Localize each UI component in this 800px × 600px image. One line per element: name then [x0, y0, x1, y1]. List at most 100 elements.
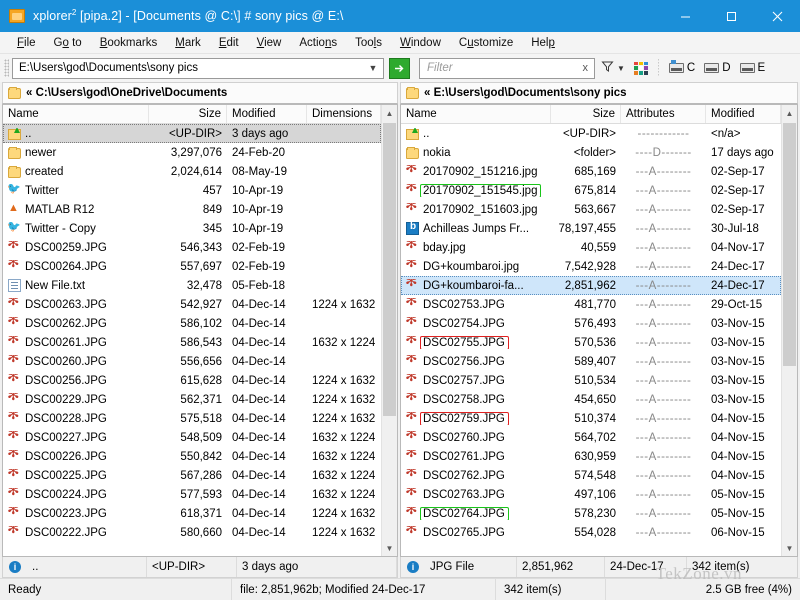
- table-row[interactable]: created 2,024,614 08-May-19: [3, 162, 381, 181]
- table-row[interactable]: DSC00262.JPG 586,102 04-Dec-14: [3, 314, 381, 333]
- table-row[interactable]: DG+koumbaroi.jpg 7,542,928 ---A-------- 24-…: [401, 257, 781, 276]
- cell-name: DSC02762.JPG: [401, 469, 551, 482]
- column-header-size[interactable]: Size: [149, 105, 227, 123]
- menu-help[interactable]: Help: [522, 35, 564, 51]
- table-row[interactable]: DSC02754.JPG 576,493 ---A-------- 03-Nov-15: [401, 314, 781, 333]
- table-row[interactable]: DSC00222.JPG 580,660 04-Dec-14 1224 x 1632: [3, 523, 381, 542]
- scroll-track[interactable]: [382, 121, 397, 540]
- table-row[interactable]: DSC00226.JPG 550,842 04-Dec-14 1632 x 1224: [3, 447, 381, 466]
- drive-button-d[interactable]: D: [701, 57, 733, 79]
- table-row[interactable]: DSC02753.JPG 481,770 ---A-------- 29-Oct-15: [401, 295, 781, 314]
- right-scrollbar[interactable]: ▲ ▼: [781, 105, 797, 556]
- scroll-up-icon[interactable]: ▲: [382, 105, 397, 121]
- file-name: DSC00263.JPG: [25, 298, 107, 311]
- right-pane-tab[interactable]: « E:\Users\god\Documents\sony pics: [400, 82, 798, 104]
- table-row[interactable]: DG+koumbaroi-fa... 2,851,962 ---A-------- 2…: [401, 276, 781, 295]
- table-row[interactable]: DSC00256.JPG 615,628 04-Dec-14 1224 x 1632: [3, 371, 381, 390]
- color-grid-button[interactable]: [631, 57, 651, 79]
- minimize-button[interactable]: [662, 0, 708, 32]
- scroll-down-icon[interactable]: ▼: [782, 540, 797, 556]
- table-row[interactable]: .. <UP-DIR> 3 days ago: [3, 124, 381, 143]
- table-row[interactable]: DSC00229.JPG 562,371 04-Dec-14 1224 x 1632: [3, 390, 381, 409]
- scroll-track[interactable]: [782, 121, 797, 540]
- menu-go-to[interactable]: Go to: [45, 35, 91, 51]
- menu-customize[interactable]: Customize: [450, 35, 522, 51]
- table-row[interactable]: DSC02764.JPG 578,230 ---A-------- 05-Nov-15: [401, 504, 781, 523]
- table-row[interactable]: DSC00260.JPG 556,656 04-Dec-14: [3, 352, 381, 371]
- filter-input[interactable]: Filter x: [419, 57, 595, 79]
- scroll-down-icon[interactable]: ▼: [382, 540, 397, 556]
- column-header-name[interactable]: Name: [401, 105, 551, 123]
- column-header-size[interactable]: Size: [551, 105, 621, 123]
- drive-button-c[interactable]: C: [666, 57, 698, 79]
- path-combobox[interactable]: E:\Users\god\Documents\sony pics ▼: [12, 57, 384, 79]
- filter-dropdown-button[interactable]: ▼: [598, 57, 628, 79]
- table-row[interactable]: DSC00224.JPG 577,593 04-Dec-14 1632 x 1224: [3, 485, 381, 504]
- table-row[interactable]: bday.jpg 40,559 ---A-------- 04-Nov-17: [401, 238, 781, 257]
- right-status-size: 2,851,962: [517, 557, 605, 577]
- table-row[interactable]: nokia <folder> ----D------- 17 days ago: [401, 143, 781, 162]
- table-row[interactable]: DSC00223.JPG 618,371 04-Dec-14 1224 x 1632: [3, 504, 381, 523]
- maximize-button[interactable]: [708, 0, 754, 32]
- scroll-thumb[interactable]: [383, 123, 396, 417]
- jpg-icon: [405, 336, 419, 349]
- menu-mark[interactable]: Mark: [166, 35, 210, 51]
- table-row[interactable]: DSC00228.JPG 575,518 04-Dec-14 1224 x 1632: [3, 409, 381, 428]
- left-pane-tab[interactable]: « C:\Users\god\OneDrive\Documents: [2, 82, 398, 104]
- table-row[interactable]: DSC02761.JPG 630,959 ---A-------- 04-Nov-15: [401, 447, 781, 466]
- table-row[interactable]: DSC00259.JPG 546,343 02-Feb-19: [3, 238, 381, 257]
- folder-icon: [8, 146, 21, 159]
- table-row[interactable]: DSC02765.JPG 554,028 ---A-------- 06-Nov-15: [401, 523, 781, 542]
- menu-file[interactable]: File: [8, 35, 45, 51]
- table-row[interactable]: 20170902_151216.jpg 685,169 ---A-------- 02…: [401, 162, 781, 181]
- jpg-icon: [405, 469, 419, 482]
- table-row[interactable]: DSC02760.JPG 564,702 ---A-------- 04-Nov-15: [401, 428, 781, 447]
- cell-size: 554,028: [574, 526, 616, 539]
- menu-tools[interactable]: Tools: [346, 35, 391, 51]
- table-row[interactable]: DSC02759.JPG 510,374 ---A-------- 04-Nov-15: [401, 409, 781, 428]
- drive-button-e[interactable]: E: [737, 57, 769, 79]
- column-header-modified[interactable]: Modified: [227, 105, 307, 123]
- scroll-up-icon[interactable]: ▲: [782, 105, 797, 121]
- chevron-down-icon[interactable]: ▼: [367, 63, 379, 73]
- table-row[interactable]: DSC00225.JPG 567,286 04-Dec-14 1632 x 1224: [3, 466, 381, 485]
- table-row[interactable]: newer 3,297,076 24-Feb-20: [3, 143, 381, 162]
- file-name: DSC00262.JPG: [25, 317, 107, 330]
- table-row[interactable]: Twitter - Copy 345 10-Apr-19: [3, 219, 381, 238]
- table-row[interactable]: Twitter 457 10-Apr-19: [3, 181, 381, 200]
- menu-window[interactable]: Window: [391, 35, 450, 51]
- menu-edit[interactable]: Edit: [210, 35, 248, 51]
- table-row[interactable]: DSC00227.JPG 548,509 04-Dec-14 1632 x 1224: [3, 428, 381, 447]
- table-row[interactable]: DSC02756.JPG 589,407 ---A-------- 03-Nov-15: [401, 352, 781, 371]
- jpg-icon: [7, 298, 21, 311]
- column-header-modified[interactable]: Modified: [706, 105, 781, 123]
- go-button[interactable]: [389, 57, 410, 79]
- menu-bookmarks[interactable]: Bookmarks: [91, 35, 167, 51]
- left-scrollbar[interactable]: ▲ ▼: [381, 105, 397, 556]
- table-row[interactable]: 20170902_151603.jpg 563,667 ---A-------- 02…: [401, 200, 781, 219]
- column-header-dimensions[interactable]: Dimensions: [307, 105, 381, 123]
- table-row[interactable]: MATLAB R12 849 10-Apr-19: [3, 200, 381, 219]
- table-row[interactable]: Achilleas Jumps Fr... 78,197,455 ---A-----…: [401, 219, 781, 238]
- table-row[interactable]: DSC02758.JPG 454,650 ---A-------- 03-Nov-15: [401, 390, 781, 409]
- table-row[interactable]: New File.txt 32,478 05-Feb-18: [3, 276, 381, 295]
- table-row[interactable]: DSC00261.JPG 586,543 04-Dec-14 1632 x 1224: [3, 333, 381, 352]
- chevron-down-icon[interactable]: ▼: [617, 64, 625, 73]
- menu-actions[interactable]: Actions: [290, 35, 346, 51]
- column-header-name[interactable]: Name: [3, 105, 149, 123]
- table-row[interactable]: DSC00264.JPG 557,697 02-Feb-19: [3, 257, 381, 276]
- column-header-attributes[interactable]: Attributes: [621, 105, 706, 123]
- table-row[interactable]: .. <UP-DIR> ------------ <n/a>: [401, 124, 781, 143]
- left-pane-status: i .. <UP-DIR> 3 days ago: [2, 557, 398, 578]
- menu-view[interactable]: View: [248, 35, 291, 51]
- scroll-thumb[interactable]: [783, 123, 796, 367]
- table-row[interactable]: DSC02757.JPG 510,534 ---A-------- 03-Nov-15: [401, 371, 781, 390]
- toolbar-grip[interactable]: [4, 59, 9, 77]
- table-row[interactable]: DSC02763.JPG 497,106 ---A-------- 05-Nov-15: [401, 485, 781, 504]
- filter-clear-button[interactable]: x: [581, 62, 591, 74]
- table-row[interactable]: 20170902_151545.jpg 675,814 ---A-------- 02…: [401, 181, 781, 200]
- table-row[interactable]: DSC02762.JPG 574,548 ---A-------- 04-Nov-15: [401, 466, 781, 485]
- close-button[interactable]: [754, 0, 800, 32]
- table-row[interactable]: DSC00263.JPG 542,927 04-Dec-14 1224 x 1632: [3, 295, 381, 314]
- table-row[interactable]: DSC02755.JPG 570,536 ---A-------- 03-Nov-15: [401, 333, 781, 352]
